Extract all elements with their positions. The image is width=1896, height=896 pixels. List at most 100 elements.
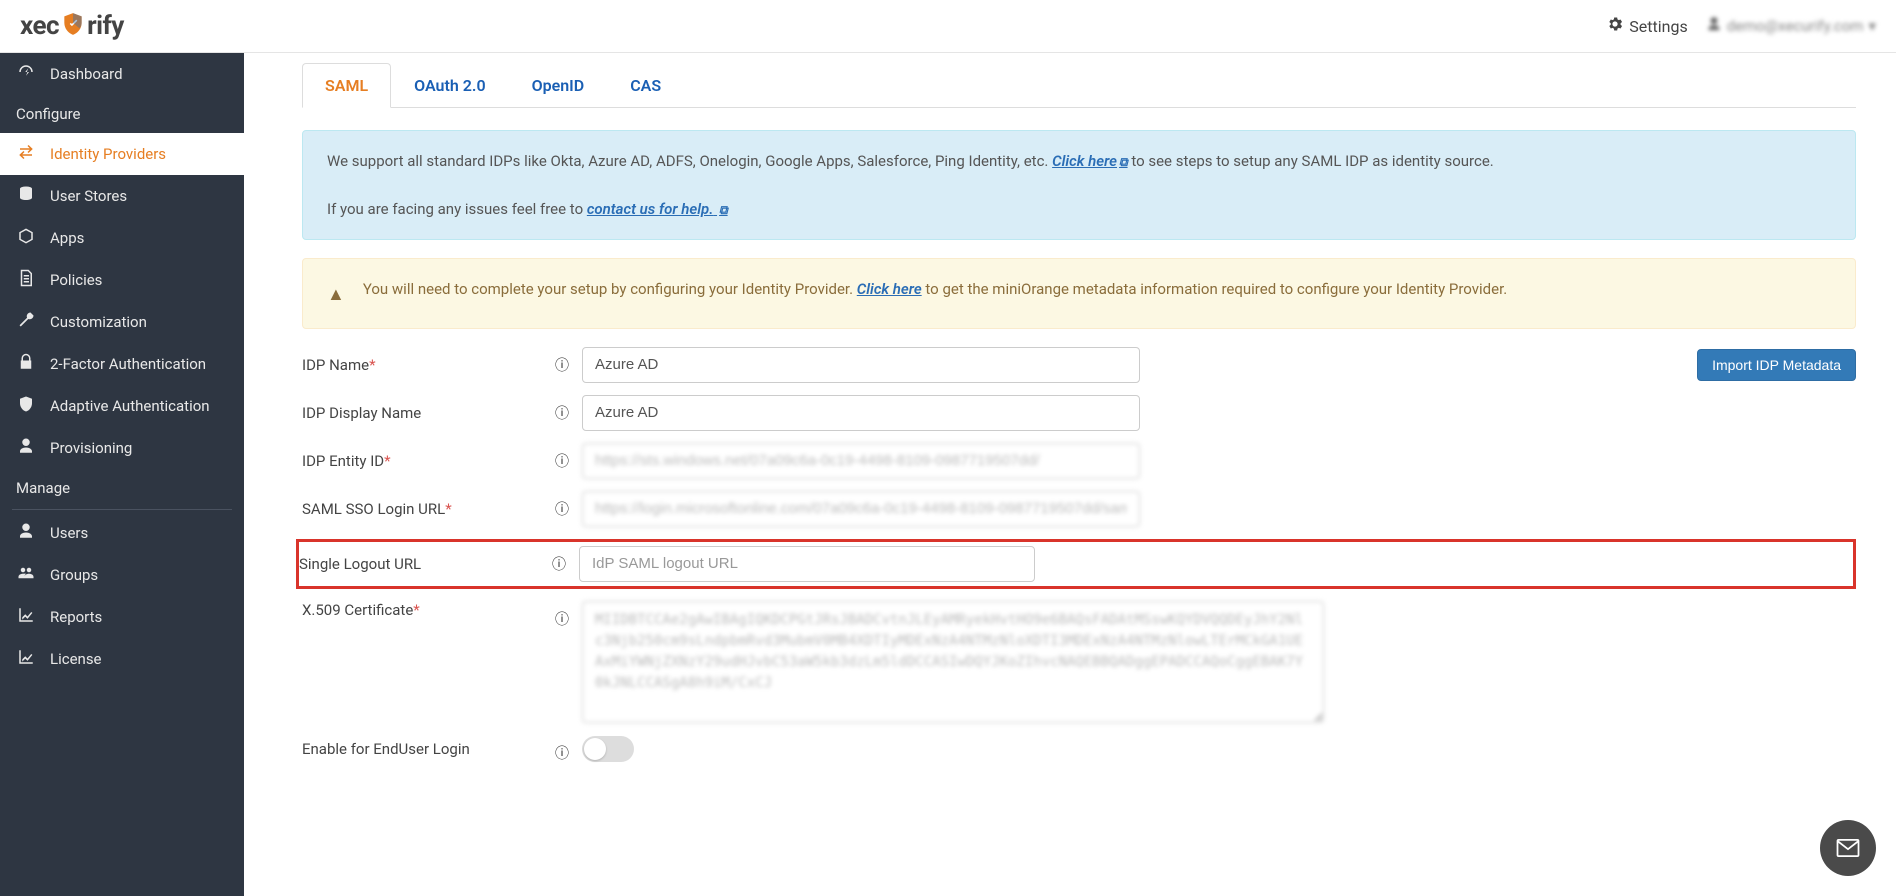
shield-icon xyxy=(60,11,86,41)
info-icon[interactable]: ⓘ xyxy=(552,355,572,375)
sidebar-item-user-stores[interactable]: User Stores xyxy=(0,175,244,217)
input-sso-url[interactable] xyxy=(582,491,1140,527)
sidebar-item-apps[interactable]: Apps xyxy=(0,217,244,259)
external-link-icon: ⧉ xyxy=(719,203,728,217)
wrench-icon xyxy=(16,311,36,333)
sidebar-item-provisioning[interactable]: Provisioning xyxy=(0,427,244,469)
settings-link[interactable]: Settings xyxy=(1606,15,1687,37)
sidebar-item-identity-providers[interactable]: Identity Providers xyxy=(0,133,244,175)
settings-label: Settings xyxy=(1629,17,1687,36)
warning-alert: ▲ You will need to complete your setup b… xyxy=(302,258,1856,329)
info-icon[interactable]: ⓘ xyxy=(552,403,572,423)
sidebar-item-users[interactable]: Users xyxy=(0,512,244,554)
warn-text: You will need to complete your setup by … xyxy=(363,280,857,298)
sidebar-label: License xyxy=(50,650,102,668)
info-icon[interactable]: ⓘ xyxy=(552,609,572,629)
info-icon[interactable]: ⓘ xyxy=(552,743,572,763)
main-content: SAML OAuth 2.0 OpenID CAS We support all… xyxy=(244,53,1896,896)
click-here-link[interactable]: Click here xyxy=(857,280,922,298)
gear-icon xyxy=(1606,15,1624,37)
tab-cas[interactable]: CAS xyxy=(607,63,684,107)
input-entity-id[interactable] xyxy=(582,443,1140,479)
user-icon xyxy=(1706,16,1722,36)
contact-us-link[interactable]: contact us for help. ⧉ xyxy=(587,200,728,218)
tab-saml[interactable]: SAML xyxy=(302,63,391,108)
form-row-entity-id: IDP Entity ID* ⓘ xyxy=(302,443,1856,479)
import-metadata-button[interactable]: Import IDP Metadata xyxy=(1697,349,1856,381)
exchange-icon xyxy=(16,143,36,165)
sidebar-label: Reports xyxy=(50,608,102,626)
sidebar-label: 2-Factor Authentication xyxy=(50,355,206,373)
textarea-cert[interactable]: MIIDBTCCAe2gAwIBAgIQKDCPGtJRsJBADCvtnJLE… xyxy=(582,601,1324,723)
info-icon[interactable]: ⓘ xyxy=(552,499,572,519)
topbar: xec rify Settings demo@xecurify.com ▾ xyxy=(0,0,1896,53)
sidebar-label: Policies xyxy=(50,271,102,289)
dashboard-icon xyxy=(16,63,36,85)
tabs: SAML OAuth 2.0 OpenID CAS xyxy=(302,63,1856,108)
file-icon xyxy=(16,269,36,291)
label-cert: X.509 Certificate* xyxy=(302,601,542,619)
toggle-enable[interactable] xyxy=(582,736,634,762)
toggle-knob xyxy=(584,738,606,760)
sidebar-label: Groups xyxy=(50,566,98,584)
sidebar-label: Customization xyxy=(50,313,147,331)
tab-oauth[interactable]: OAuth 2.0 xyxy=(391,63,509,107)
info-text: If you are facing any issues feel free t… xyxy=(327,200,587,218)
chart-icon xyxy=(16,606,36,628)
label-enable: Enable for EndUser Login xyxy=(302,740,542,758)
label-idp-display: IDP Display Name xyxy=(302,404,542,422)
input-idp-name[interactable] xyxy=(582,347,1140,383)
logo-text-right: rify xyxy=(87,11,124,41)
sidebar-heading-configure: Configure xyxy=(0,95,244,133)
sidebar-item-groups[interactable]: Groups xyxy=(0,554,244,596)
sidebar-label: Users xyxy=(50,524,88,542)
mail-fab[interactable] xyxy=(1820,820,1876,876)
sidebar-label: User Stores xyxy=(50,187,127,205)
form-row-sso-url: SAML SSO Login URL* ⓘ xyxy=(302,491,1856,527)
top-right: Settings demo@xecurify.com ▾ xyxy=(1606,15,1876,37)
sidebar-item-license[interactable]: License xyxy=(0,638,244,680)
sidebar-item-dashboard[interactable]: Dashboard xyxy=(0,53,244,95)
user-menu[interactable]: demo@xecurify.com ▾ xyxy=(1706,16,1876,36)
info-text: We support all standard IDPs like Okta, … xyxy=(327,152,1052,170)
sidebar-item-policies[interactable]: Policies xyxy=(0,259,244,301)
label-slo-url: Single Logout URL xyxy=(299,555,539,573)
info-text: to see steps to setup any SAML IDP as id… xyxy=(1131,152,1493,170)
chart-icon xyxy=(16,648,36,670)
form-row-idp-display: IDP Display Name ⓘ xyxy=(302,395,1856,431)
sidebar-item-adaptive-auth[interactable]: Adaptive Authentication xyxy=(0,385,244,427)
logo-text-left: xec xyxy=(20,11,59,41)
logo[interactable]: xec rify xyxy=(20,11,124,41)
warning-icon: ▲ xyxy=(327,281,345,310)
form-row-cert: X.509 Certificate* ⓘ MIIDBTCCAe2gAwIBAgI… xyxy=(302,601,1856,723)
label-idp-name: IDP Name* xyxy=(302,356,542,374)
info-alert: We support all standard IDPs like Okta, … xyxy=(302,130,1856,240)
input-idp-display[interactable] xyxy=(582,395,1140,431)
info-icon[interactable]: ⓘ xyxy=(549,554,569,574)
sidebar-heading-manage: Manage xyxy=(0,469,244,507)
sidebar-label: Identity Providers xyxy=(50,145,166,163)
cube-icon xyxy=(16,227,36,249)
tab-openid[interactable]: OpenID xyxy=(509,63,608,107)
user-icon xyxy=(16,437,36,459)
click-here-link[interactable]: Click here⧉ xyxy=(1052,152,1127,170)
sidebar: Dashboard Configure Identity Providers U… xyxy=(0,53,244,896)
sidebar-label: Adaptive Authentication xyxy=(50,397,210,415)
sidebar-item-reports[interactable]: Reports xyxy=(0,596,244,638)
sidebar-label: Apps xyxy=(50,229,84,247)
input-slo-url[interactable] xyxy=(579,546,1035,582)
lock-icon xyxy=(16,353,36,375)
sidebar-item-customization[interactable]: Customization xyxy=(0,301,244,343)
external-link-icon: ⧉ xyxy=(1119,155,1128,169)
info-icon[interactable]: ⓘ xyxy=(552,451,572,471)
sidebar-item-2fa[interactable]: 2-Factor Authentication xyxy=(0,343,244,385)
shield-icon xyxy=(16,395,36,417)
sidebar-label: Provisioning xyxy=(50,439,132,457)
form-row-idp-name: IDP Name* ⓘ Import IDP Metadata xyxy=(302,347,1856,383)
label-entity-id: IDP Entity ID* xyxy=(302,452,542,470)
user-icon xyxy=(16,522,36,544)
sidebar-divider xyxy=(12,509,232,510)
database-icon xyxy=(16,185,36,207)
caret-down-icon: ▾ xyxy=(1868,17,1876,35)
form-row-enable: Enable for EndUser Login ⓘ xyxy=(302,735,1856,763)
